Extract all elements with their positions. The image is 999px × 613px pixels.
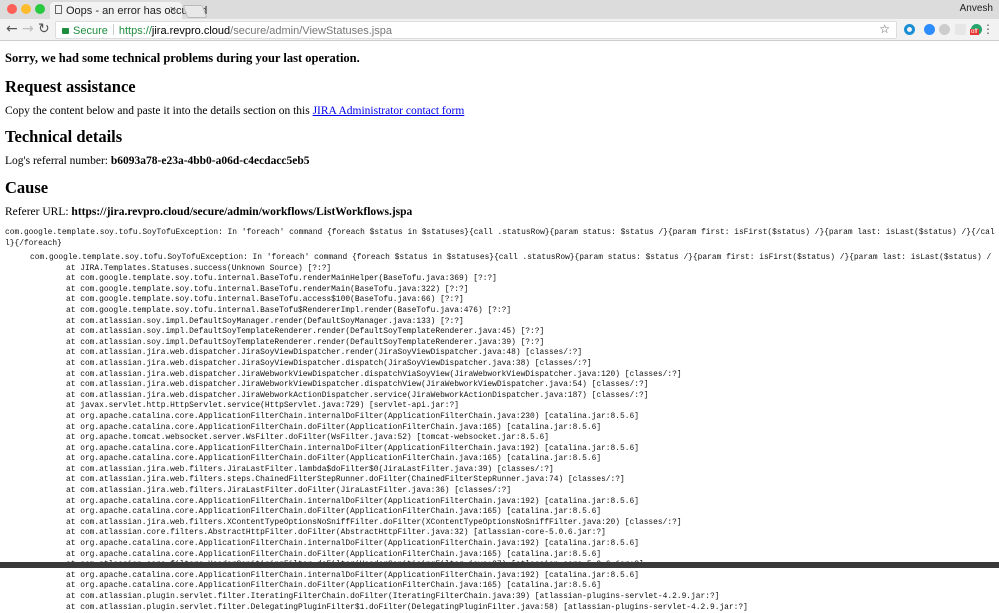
technical-details-heading: Technical details	[5, 127, 123, 146]
stack-frame: at com.atlassian.plugin.servlet.filter.D…	[66, 602, 748, 612]
error-message: Sorry, we had some technical problems du…	[5, 51, 360, 65]
extension-off-icon[interactable]: off	[970, 24, 982, 35]
stack-frame: at org.apache.catalina.core.ApplicationF…	[66, 581, 602, 591]
browser-toolbar: ← → ↻ Secure https://jira.revpro.cloud/se…	[0, 19, 999, 41]
stack-frame: at com.atlassian.jira.web.dispatcher.Jir…	[66, 369, 682, 379]
stack-frame: at org.apache.catalina.core.ApplicationF…	[66, 539, 639, 549]
browser-menu-icon[interactable]: ⋮	[982, 22, 994, 36]
close-tab-icon[interactable]: ×	[170, 4, 176, 16]
stack-frame: at JIRA.Templates.Statuses.success(Unkno…	[66, 263, 332, 273]
request-text-body: Copy the content below and paste it into…	[5, 105, 313, 117]
request-text: Copy the content below and paste it into…	[5, 105, 464, 117]
stack-frame: at org.apache.tomcat.websocket.server.Ws…	[66, 433, 549, 443]
reload-icon[interactable]: ↻	[38, 21, 50, 37]
extension-disabled-icon[interactable]	[955, 24, 966, 35]
maximize-window-button[interactable]	[35, 4, 45, 14]
stack-frame: at org.apache.catalina.core.ApplicationF…	[66, 443, 639, 453]
extension-gray-icon[interactable]	[939, 24, 950, 35]
extension-badge: off	[970, 29, 979, 35]
stack-frame: at com.google.template.soy.tofu.internal…	[66, 305, 512, 315]
referral-number: Log's referral number: b6093a78-e23a-4bb…	[5, 155, 310, 167]
extension-zoom-icon[interactable]	[924, 24, 935, 35]
url-protocol: https://	[118, 25, 152, 37]
stack-frame: at org.apache.catalina.core.ApplicationF…	[66, 507, 602, 517]
contact-form-link[interactable]: JIRA Administrator contact form	[313, 105, 465, 117]
referer-label: Referer URL:	[5, 206, 72, 218]
stack-frame: at org.apache.catalina.core.ApplicationF…	[66, 570, 639, 580]
stack-frame: at com.atlassian.plugin.servlet.filter.I…	[66, 592, 720, 601]
profile-name[interactable]: Anvesh	[960, 3, 993, 14]
address-bar[interactable]: Secure https://jira.revpro.cloud/secure/a…	[55, 21, 897, 39]
stack-frame: at com.atlassian.soy.impl.DefaultSoyTemp…	[66, 337, 545, 347]
new-tab-button[interactable]	[182, 5, 208, 18]
stack-frame: at org.apache.catalina.core.ApplicationF…	[66, 411, 639, 421]
forward-icon[interactable]: →	[22, 21, 34, 37]
secure-label: Secure	[73, 25, 108, 37]
lock-icon	[62, 28, 69, 34]
stack-frame: at com.google.template.soy.tofu.internal…	[66, 284, 469, 294]
browser-tab-bar: Oops - an error has occurred × Anvesh	[0, 0, 999, 19]
stack-frame: at org.apache.catalina.core.ApplicationF…	[66, 422, 602, 432]
os-dock	[0, 562, 999, 568]
stack-frame: at com.google.template.soy.tofu.internal…	[66, 274, 497, 284]
referer-value: https://jira.revpro.cloud/secure/admin/w…	[71, 206, 413, 218]
url-path: /secure/admin/ViewStatuses.jspa	[230, 25, 392, 37]
stack-frame: at com.atlassian.core.filters.AbstractHt…	[66, 528, 606, 538]
extension-circle-icon[interactable]	[904, 24, 915, 35]
stack-frame: at com.atlassian.jira.web.dispatcher.Jir…	[66, 348, 583, 358]
page-icon	[55, 5, 62, 14]
bookmark-star-icon[interactable]: ☆	[879, 22, 890, 36]
stack-frame: at com.atlassian.jira.web.filters.JiraLa…	[66, 464, 554, 474]
exception-header: com.google.template.soy.tofu.SoyTofuExce…	[30, 253, 992, 262]
stack-frame: at com.atlassian.soy.impl.DefaultSoyMana…	[66, 316, 464, 326]
browser-tab[interactable]: Oops - an error has occurred ×	[50, 2, 207, 19]
stack-frame: at org.apache.catalina.core.ApplicationF…	[66, 454, 602, 464]
stack-frame: at com.atlassian.jira.web.filters.JiraLa…	[66, 486, 512, 496]
stack-frame: at com.atlassian.jira.web.filters.steps.…	[66, 475, 625, 485]
stack-frame: at org.apache.catalina.core.ApplicationF…	[66, 496, 639, 506]
referral-value: b6093a78-e23a-4bb0-a06d-c4ecdacc5eb5	[110, 155, 310, 167]
back-icon[interactable]: ←	[6, 21, 18, 37]
stack-frame: at org.apache.catalina.core.ApplicationF…	[66, 549, 602, 559]
stack-frame: at com.atlassian.soy.impl.DefaultSoyTemp…	[66, 327, 545, 337]
stack-frame: at com.google.template.soy.tofu.internal…	[66, 295, 464, 305]
request-assistance-heading: Request assistance	[5, 77, 136, 96]
referer-url: Referer URL: https://jira.revpro.cloud/s…	[5, 206, 412, 218]
stack-frame: at com.atlassian.jira.web.filters.XConte…	[66, 517, 682, 527]
stack-frame: at com.atlassian.jira.web.dispatcher.Jir…	[66, 390, 649, 400]
stack-frame: at com.atlassian.jira.web.dispatcher.Jir…	[66, 380, 649, 390]
close-window-button[interactable]	[7, 4, 17, 14]
exception-summary: com.google.template.soy.tofu.SoyTofuExce…	[5, 228, 995, 248]
url-host: jira.revpro.cloud	[151, 25, 231, 37]
stack-frame: at javax.servlet.http.HttpServlet.servic…	[66, 401, 460, 411]
stack-frame: at com.atlassian.jira.web.dispatcher.Jir…	[66, 358, 592, 368]
referral-label: Log's referral number:	[5, 155, 111, 167]
stack-trace: at JIRA.Templates.Statuses.success(Unkno…	[66, 264, 748, 613]
cause-heading: Cause	[5, 178, 49, 197]
minimize-window-button[interactable]	[21, 4, 31, 14]
